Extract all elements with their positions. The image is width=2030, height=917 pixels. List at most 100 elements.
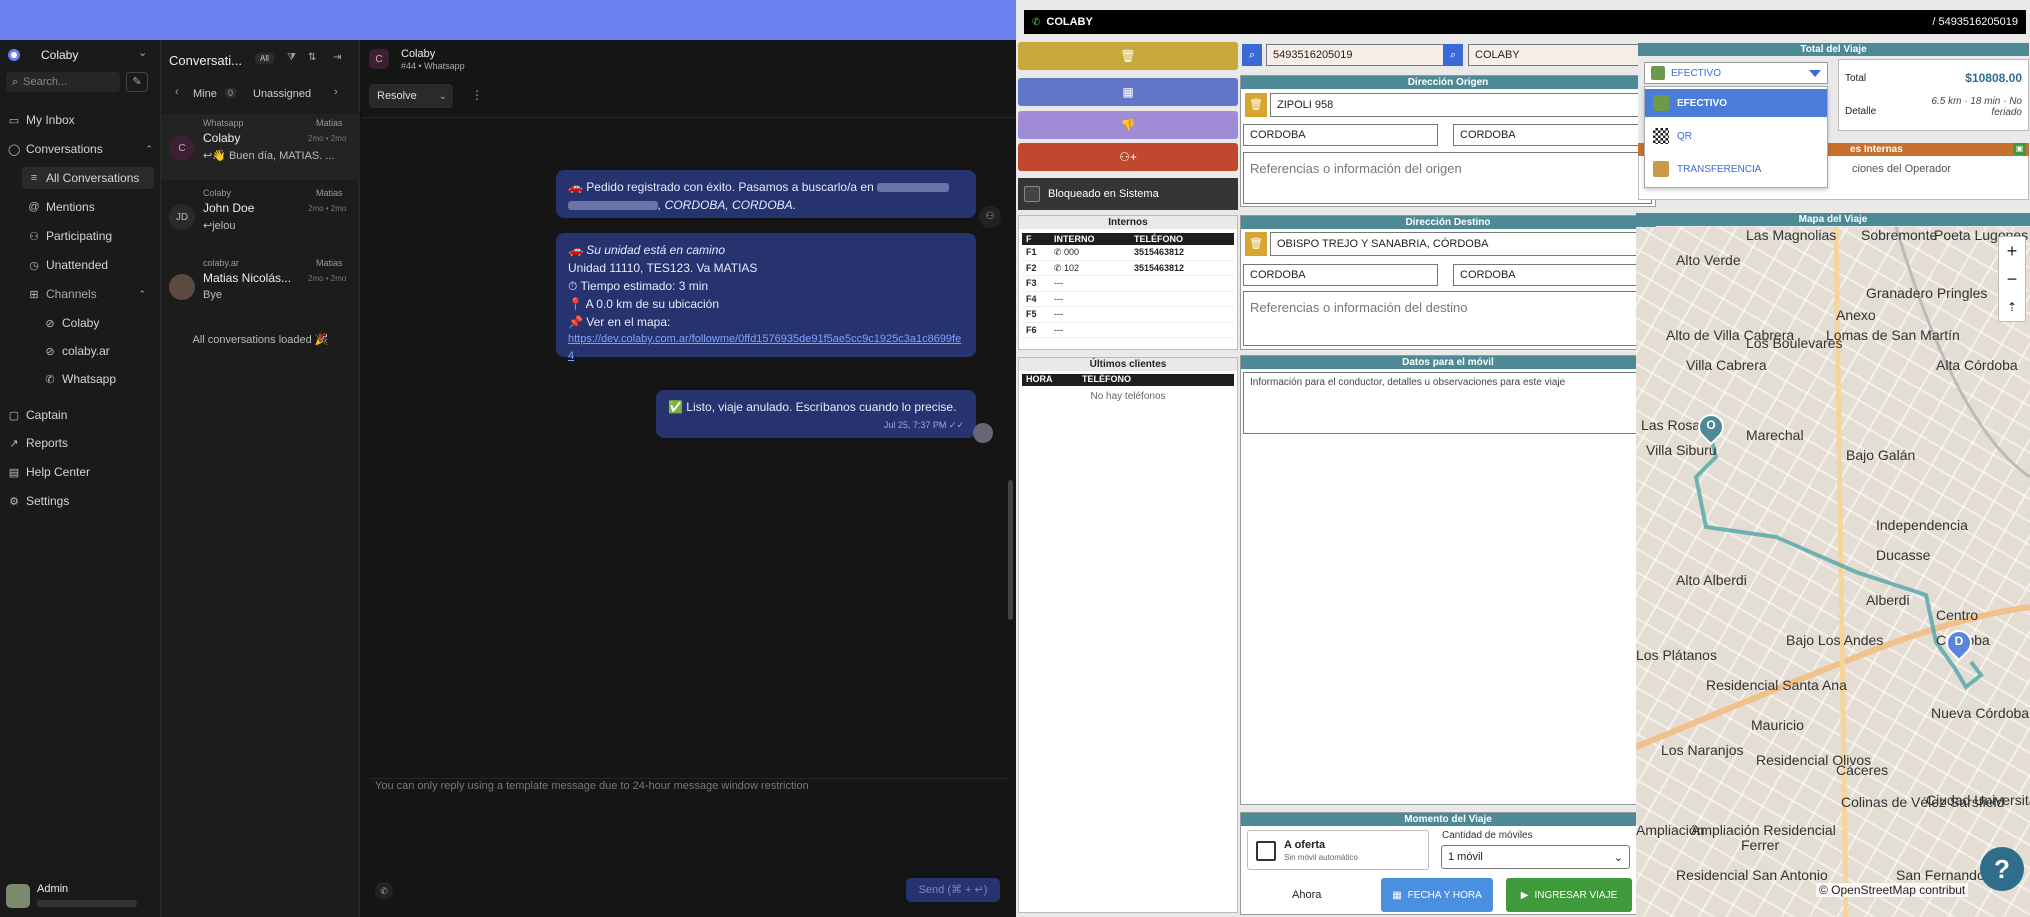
- list-item[interactable]: C Whatsapp Matias Colaby 2mo • 2mo ↩👋 Bu…: [161, 114, 360, 180]
- list-item[interactable]: JD Colaby Matias John Doe 2mo • 2mo ↩jel…: [161, 184, 360, 250]
- qty-label: Cantidad de móviles: [1442, 830, 1533, 841]
- phone-input[interactable]: 5493516205019: [1266, 44, 1448, 66]
- collapse-icon[interactable]: ⇥: [333, 52, 341, 63]
- offer-toggle[interactable]: A oferta Sin móvil automático: [1247, 830, 1429, 870]
- more-options-icon[interactable]: ⋮: [471, 88, 483, 102]
- trash-icon[interactable]: 🗑: [1245, 93, 1267, 117]
- destination-address-input[interactable]: OBISPO TREJO Y SANABRIA, CÓRDOBA: [1270, 232, 1652, 256]
- destination-province-input[interactable]: CORDOBA: [1453, 264, 1652, 286]
- date-time-button[interactable]: ▦ FECHA Y HORA: [1381, 878, 1493, 912]
- now-option[interactable]: Ahora: [1292, 889, 1321, 901]
- tab-unassigned[interactable]: Unassigned: [253, 88, 311, 100]
- calendar-button[interactable]: ▦: [1018, 78, 1238, 106]
- whatsapp-icon[interactable]: ✆: [375, 882, 393, 900]
- trash-icon[interactable]: 🗑: [1245, 232, 1267, 256]
- zoom-in-button[interactable]: +: [1999, 237, 2025, 265]
- table-row[interactable]: F3 ---: [1022, 276, 1234, 292]
- table-cell: F5: [1026, 309, 1037, 319]
- map-label: Lomas de San Martín: [1826, 327, 1960, 343]
- sidebar-item-all-conversations[interactable]: ≡ All Conversations: [28, 167, 140, 189]
- map-label: Alto Verde: [1676, 252, 1741, 268]
- sidebar-item-settings[interactable]: ⚙ Settings: [8, 490, 69, 512]
- sidebar-item-participating[interactable]: ⚇ Participating: [28, 225, 112, 247]
- chevron-down-icon[interactable]: ⌄: [439, 91, 447, 102]
- sidebar-item-captain[interactable]: ▢ Captain: [8, 404, 68, 426]
- chevron-down-icon[interactable]: ⌄: [138, 46, 147, 59]
- sidebar-item-channel-whatsapp[interactable]: ✆ Whatsapp: [44, 368, 116, 390]
- payment-option-transfer[interactable]: TRANSFERENCIA: [1645, 155, 1827, 183]
- help-button[interactable]: ?: [1980, 847, 2024, 891]
- sidebar-item-unattended[interactable]: ◷ Unattended: [28, 254, 108, 276]
- table-cell: ---: [1054, 293, 1063, 304]
- send-button[interactable]: Send (⌘ + ↵): [906, 878, 1000, 902]
- sidebar-item-reports[interactable]: ↗ Reports: [8, 432, 68, 454]
- sidebar-item-inbox[interactable]: ▭ My Inbox: [8, 109, 75, 131]
- sidebar-item-channels[interactable]: ⊞ Channels ⌃: [28, 283, 146, 305]
- table-row[interactable]: F2 ✆ 102 3515463812: [1022, 261, 1234, 276]
- add-user-button[interactable]: ⚇+: [1018, 143, 1238, 171]
- account-name[interactable]: Colaby: [41, 48, 78, 62]
- sidebar-item-mentions[interactable]: @ Mentions: [28, 196, 94, 218]
- trip-map[interactable]: Las Magnolias Los Boulevares Sobremonte Ane…: [1636, 227, 2030, 917]
- resolve-button[interactable]: Resolve ⌄: [369, 84, 453, 108]
- avatar: C: [369, 49, 389, 69]
- filter-icon[interactable]: ⧩: [287, 52, 296, 63]
- conversation-list: Conversati... All ⧩ ⇅ ⇥ ‹ Mine 0 Unassig…: [160, 40, 360, 917]
- map-link[interactable]: https://dev.colaby.com.ar/followme/0ffd1…: [568, 331, 964, 365]
- search-input[interactable]: Search...: [23, 76, 67, 88]
- origin-province-input[interactable]: CORDOBA: [1453, 124, 1652, 146]
- search-phone-icon[interactable]: ⌕: [1242, 44, 1262, 66]
- submit-trip-button[interactable]: ▶ INGRESAR VIAJE: [1506, 878, 1632, 912]
- list-item[interactable]: colaby.ar Matias Matias Nicolás... 2mo •…: [161, 254, 360, 320]
- destination-city-input[interactable]: CORDOBA: [1243, 264, 1438, 286]
- origin-references-input[interactable]: Referencias o información del origen: [1243, 152, 1652, 204]
- compass-icon[interactable]: ⇡: [1999, 293, 2025, 321]
- payment-select[interactable]: EFECTIVO: [1644, 62, 1828, 84]
- avatar[interactable]: [6, 884, 30, 908]
- contact-info-icon[interactable]: ⚇: [979, 206, 1001, 228]
- origin-header: Dirección Origen: [1241, 76, 1655, 89]
- search-box[interactable]: ⌕ Search...: [6, 72, 120, 92]
- map-label: Alberdi: [1866, 592, 1910, 608]
- origin-address-input[interactable]: ZIPOLI 958: [1270, 93, 1652, 117]
- avatar: JD: [169, 204, 195, 230]
- blocked-row[interactable]: Bloqueado en Sistema: [1018, 178, 1238, 210]
- payment-option-cash[interactable]: EFECTIVO: [1645, 89, 1827, 117]
- table-row[interactable]: F1 ✆ 000 3515463812: [1022, 245, 1234, 261]
- origin-city-input[interactable]: CORDOBA: [1243, 124, 1438, 146]
- zoom-out-button[interactable]: −: [1999, 265, 2025, 293]
- dislike-button[interactable]: 👎: [1018, 111, 1238, 139]
- qty-select[interactable]: 1 móvil ⌄: [1441, 845, 1630, 869]
- compose-icon[interactable]: ✎: [126, 72, 148, 92]
- tabs-left-icon[interactable]: ‹: [175, 86, 179, 98]
- mobile-notes-input[interactable]: Información para el conductor, detalles …: [1243, 372, 1652, 434]
- table-row[interactable]: F4 ---: [1022, 292, 1234, 307]
- map-label: Centro: [1936, 607, 1979, 623]
- sidebar-item-conversations[interactable]: ◯ Conversations ⌃: [8, 138, 153, 160]
- delete-button[interactable]: 🗑: [1018, 42, 1238, 70]
- offer-checkbox[interactable]: [1256, 841, 1276, 861]
- table-row[interactable]: F5 ---: [1022, 307, 1234, 323]
- payment-option-qr[interactable]: QR: [1645, 122, 1827, 150]
- save-icon[interactable]: ▣: [2013, 143, 2026, 155]
- company-input[interactable]: COLABY: [1468, 44, 1654, 66]
- sidebar-item-channel-colabyar[interactable]: ⊘ colaby.ar: [44, 340, 109, 362]
- sidebar-item-help-center[interactable]: ▤ Help Center: [8, 461, 90, 483]
- tab-mine[interactable]: Mine: [193, 88, 217, 100]
- scrollbar[interactable]: [1008, 480, 1013, 620]
- calendar-icon: ▦: [1392, 889, 1402, 901]
- cash-icon: [1653, 95, 1669, 111]
- chat-panel: C Colaby #44 • Whatsapp Resolve ⌄ ⋮ ⚇ 🚗 P…: [361, 40, 1016, 917]
- search-company-icon[interactable]: ⌕: [1443, 44, 1463, 66]
- map-header: Mapa del Viaje: [1636, 213, 2030, 226]
- blocked-checkbox[interactable]: [1024, 186, 1040, 202]
- chevron-down-icon: ⌄: [1613, 851, 1623, 864]
- filter-all-badge[interactable]: All: [255, 53, 274, 64]
- destination-references-input[interactable]: Referencias o información del destino: [1243, 291, 1652, 346]
- map-label: Ampliación: [1636, 822, 1705, 838]
- tabs-right-icon[interactable]: ›: [334, 86, 338, 98]
- chat-icon: ◯: [8, 143, 21, 156]
- table-row[interactable]: F6 ---: [1022, 323, 1234, 338]
- sort-icon[interactable]: ⇅: [308, 52, 316, 63]
- sidebar-item-channel-colaby[interactable]: ⊘ Colaby: [44, 312, 99, 334]
